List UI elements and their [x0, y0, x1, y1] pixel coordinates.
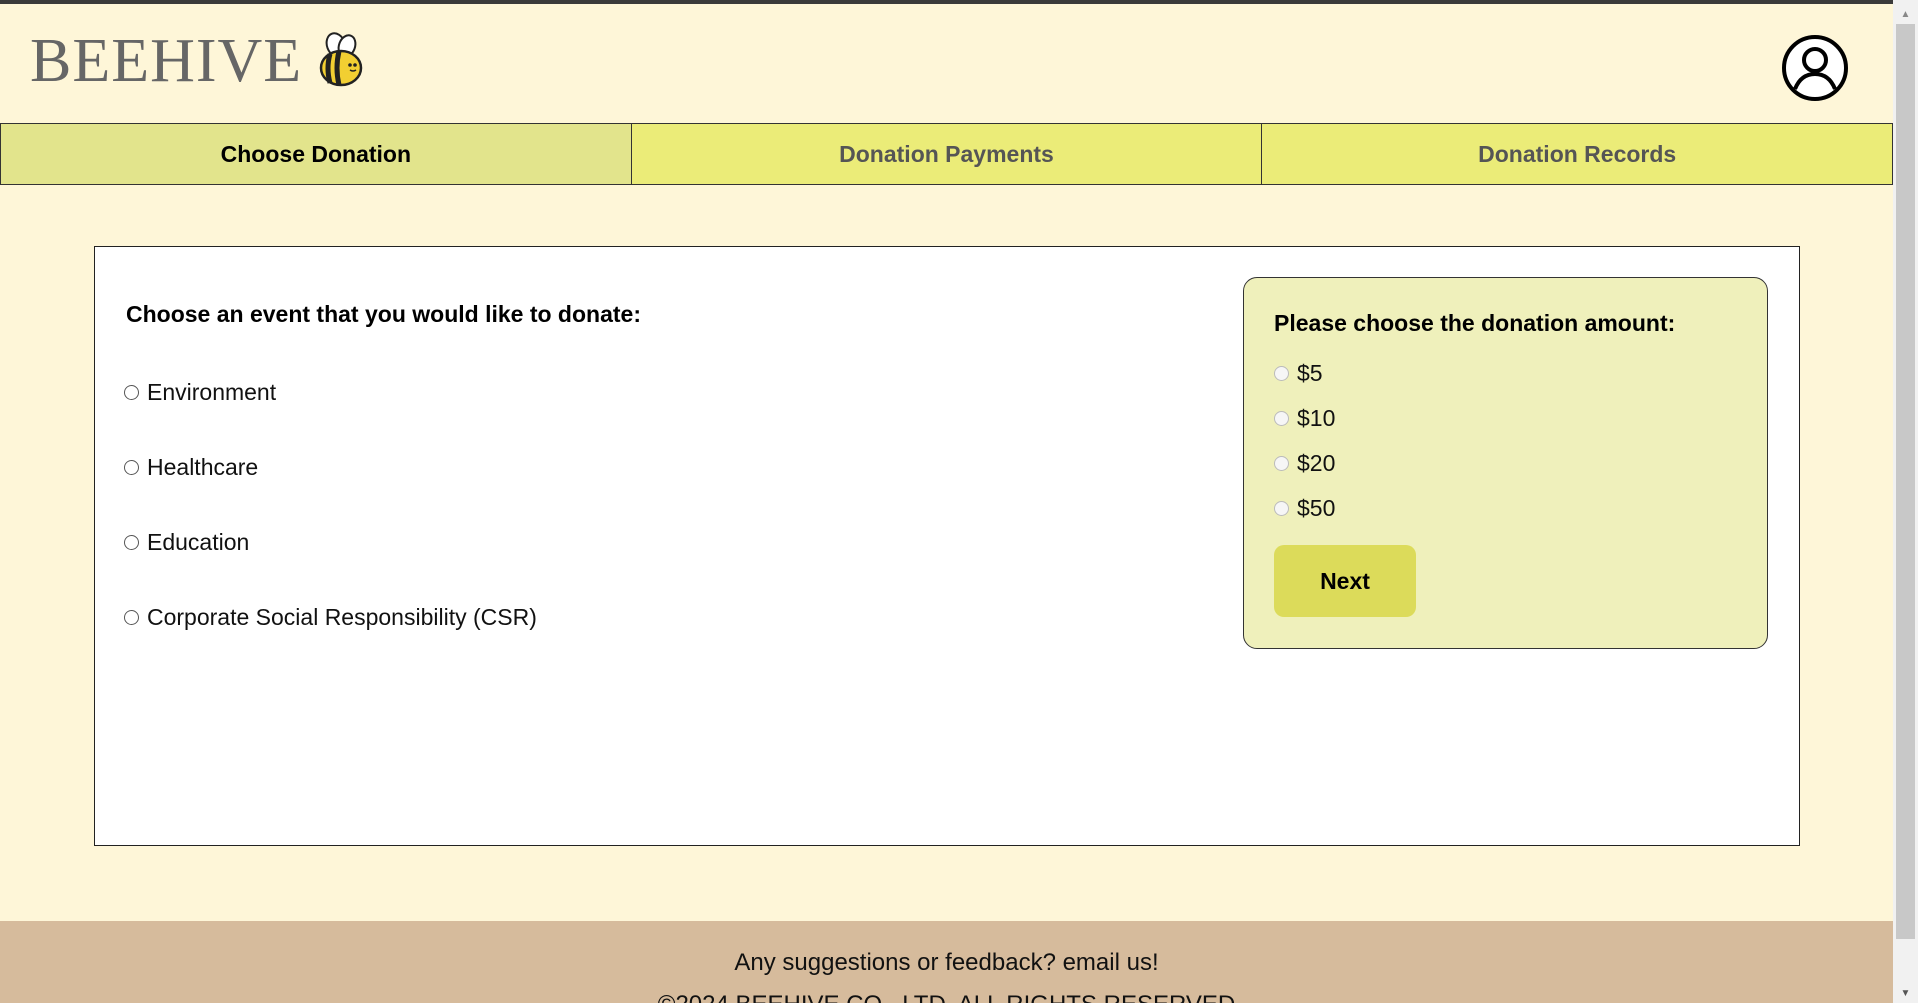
amount-option-label: $50: [1297, 495, 1336, 521]
event-option-education[interactable]: Education: [124, 529, 249, 556]
page: BEEHIVE Choose Donation Donation Payment…: [0, 0, 1918, 1003]
radio-button[interactable]: [1274, 501, 1289, 516]
radio-button[interactable]: [1274, 366, 1289, 381]
tab-choose-donation[interactable]: Choose Donation: [0, 123, 632, 185]
event-option-environment[interactable]: Environment: [124, 379, 276, 406]
tab-donation-records[interactable]: Donation Records: [1262, 123, 1894, 185]
donation-card: Choose an event that you would like to d…: [94, 246, 1800, 846]
scroll-up-icon[interactable]: ▲: [1893, 4, 1918, 24]
amount-heading: Please choose the donation amount:: [1274, 310, 1676, 336]
amount-option-label: $10: [1297, 405, 1336, 431]
vertical-scrollbar[interactable]: ▲ ▼: [1893, 0, 1918, 1003]
amount-option-label: $20: [1297, 450, 1336, 476]
radio-button[interactable]: [124, 535, 139, 550]
footer-feedback[interactable]: Any suggestions or feedback? email us!: [0, 949, 1893, 977]
tab-label: Donation Payments: [839, 140, 1054, 167]
event-option-label: Healthcare: [147, 454, 259, 480]
event-option-label: Environment: [147, 379, 277, 405]
main-nav: Choose Donation Donation Payments Donati…: [0, 123, 1894, 185]
radio-button[interactable]: [1274, 411, 1289, 426]
amount-panel: Please choose the donation amount: $5 $1…: [1243, 277, 1768, 649]
top-border: [0, 0, 1918, 4]
event-heading: Choose an event that you would like to d…: [126, 301, 641, 327]
radio-button[interactable]: [124, 385, 139, 400]
event-option-healthcare[interactable]: Healthcare: [124, 454, 258, 481]
scroll-down-icon[interactable]: ▼: [1893, 983, 1918, 1003]
radio-button[interactable]: [124, 610, 139, 625]
amount-option-10[interactable]: $10: [1274, 405, 1335, 432]
tab-label: Choose Donation: [220, 140, 412, 167]
next-button[interactable]: Next: [1274, 545, 1416, 617]
amount-option-50[interactable]: $50: [1274, 495, 1335, 522]
tab-label: Donation Records: [1478, 140, 1677, 167]
amount-option-20[interactable]: $20: [1274, 450, 1335, 477]
tab-donation-payments[interactable]: Donation Payments: [631, 123, 1263, 185]
user-circle-icon[interactable]: [1781, 34, 1849, 102]
footer-copyright: ©2024 BEEHIVE CO., LTD. ALL RIGHTS RESER…: [0, 991, 1893, 1003]
amount-option-label: $5: [1297, 360, 1323, 386]
event-option-label: Education: [147, 529, 250, 555]
radio-button[interactable]: [1274, 456, 1289, 471]
event-option-csr[interactable]: Corporate Social Responsibility (CSR): [124, 604, 537, 631]
radio-button[interactable]: [124, 460, 139, 475]
event-option-label: Corporate Social Responsibility (CSR): [147, 604, 537, 630]
scrollbar-thumb[interactable]: [1896, 24, 1915, 939]
brand-name: BEEHIVE: [30, 27, 303, 95]
bee-icon: [319, 32, 363, 87]
amount-option-5[interactable]: $5: [1274, 360, 1323, 387]
brand[interactable]: BEEHIVE: [30, 26, 366, 96]
footer: Any suggestions or feedback? email us! ©…: [0, 921, 1893, 1003]
